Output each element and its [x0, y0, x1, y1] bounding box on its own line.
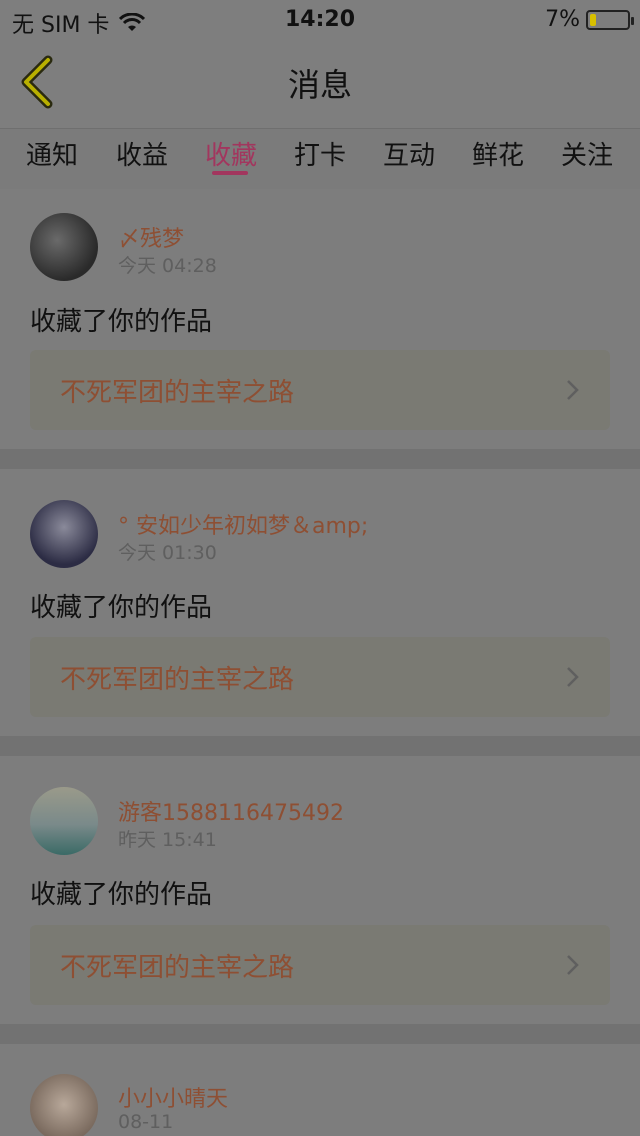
- work-title: 不死军团的主宰之路: [60, 953, 295, 983]
- divider: [0, 449, 640, 469]
- username[interactable]: 小小小晴天: [118, 1081, 228, 1113]
- work-title: 不死军团的主宰之路: [60, 665, 295, 695]
- tab-notifications[interactable]: 通知: [26, 135, 78, 172]
- tab-interaction[interactable]: 互动: [383, 135, 435, 172]
- username[interactable]: 游客1588116475492: [118, 795, 344, 827]
- tab-checkin[interactable]: 打卡: [294, 135, 346, 172]
- work-link[interactable]: 不死军团的主宰之路: [30, 925, 610, 1005]
- chevron-right-icon: [567, 380, 579, 400]
- avatar[interactable]: [30, 1074, 98, 1136]
- clock: 14:20: [284, 7, 356, 32]
- work-title: 不死军团的主宰之路: [60, 378, 295, 408]
- nav-bar: 消息: [0, 40, 640, 128]
- action-text: 收藏了你的作品: [30, 593, 213, 623]
- work-link[interactable]: 不死军团的主宰之路: [30, 350, 610, 430]
- action-text: 收藏了你的作品: [30, 307, 213, 337]
- work-link[interactable]: 不死军团的主宰之路: [30, 637, 610, 717]
- avatar[interactable]: [30, 500, 98, 568]
- divider: [0, 1024, 640, 1044]
- timestamp: 昨天 15:41: [118, 829, 217, 851]
- status-bar: 无 SIM 卡 14:20 7%: [0, 0, 640, 40]
- message-card: 小小小晴天 08-11: [0, 1044, 640, 1136]
- chevron-right-icon: [567, 955, 579, 975]
- message-card: 〆残梦 今天 04:28 收藏了你的作品 不死军团的主宰之路: [0, 189, 640, 449]
- tab-earnings[interactable]: 收益: [116, 135, 168, 172]
- tab-follows[interactable]: 关注: [561, 135, 613, 172]
- avatar[interactable]: [30, 213, 98, 281]
- tab-favorites[interactable]: 收藏: [205, 135, 257, 172]
- timestamp: 今天 04:28: [118, 255, 217, 277]
- username[interactable]: 〆残梦: [118, 221, 184, 253]
- message-card: 游客1588116475492 昨天 15:41 收藏了你的作品 不死军团的主宰…: [0, 756, 640, 1024]
- battery-percent: 7%: [545, 7, 580, 32]
- action-text: 收藏了你的作品: [30, 880, 213, 910]
- username[interactable]: ° 安如少年初如梦＆amp;: [118, 508, 368, 540]
- tab-bar: 通知 收益 收藏 打卡 互动 鲜花 关注: [0, 128, 640, 189]
- timestamp: 08-11: [118, 1111, 174, 1133]
- battery-icon: [586, 9, 634, 30]
- tab-flowers[interactable]: 鲜花: [472, 135, 524, 172]
- timestamp: 今天 01:30: [118, 542, 217, 564]
- message-card: ° 安如少年初如梦＆amp; 今天 01:30 收藏了你的作品 不死军团的主宰之…: [0, 469, 640, 736]
- avatar[interactable]: [30, 787, 98, 855]
- page-title: 消息: [287, 66, 352, 104]
- divider: [0, 736, 640, 756]
- active-tab-indicator: [212, 171, 248, 175]
- chevron-right-icon: [567, 667, 579, 687]
